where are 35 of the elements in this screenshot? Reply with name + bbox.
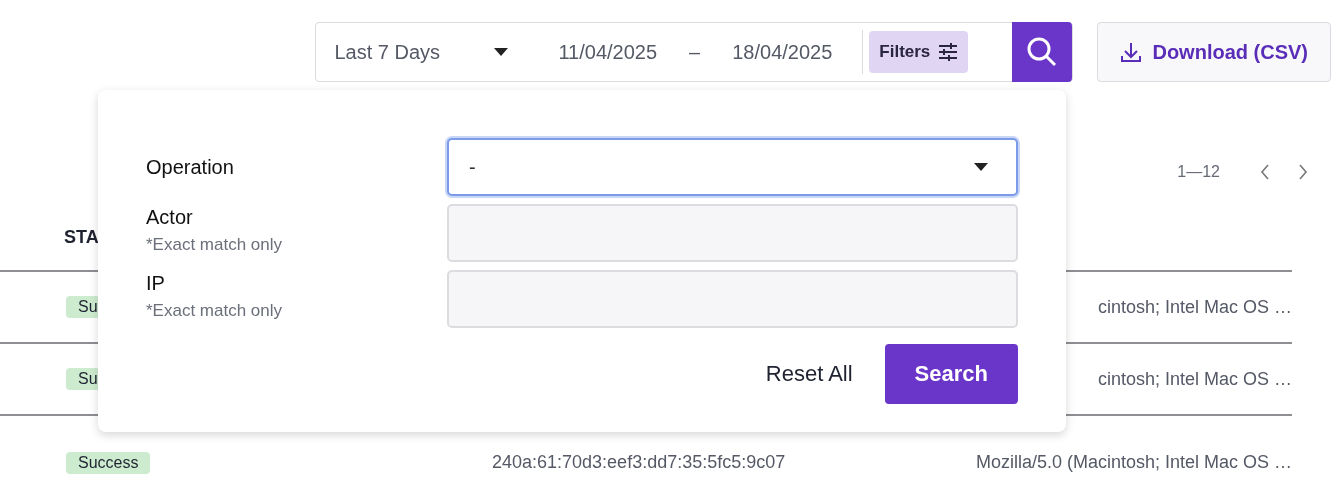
download-button[interactable]: Download (CSV) xyxy=(1097,22,1331,82)
caret-icon xyxy=(494,48,509,56)
end-date-field[interactable]: 18/04/2025 xyxy=(700,40,833,64)
search-button[interactable] xyxy=(1012,22,1073,82)
field-hint: *Exact match only xyxy=(146,235,284,255)
field-label: Operation xyxy=(146,155,235,179)
user-agent-cell: cintosh; Intel Mac OS … xyxy=(1097,368,1292,390)
column-header: STA xyxy=(64,227,99,248)
field-label: IP xyxy=(146,272,166,295)
ip-cell-text: 240a:61:70d3:eef3:dd7:35:5fc5:9c07 xyxy=(492,452,787,473)
user-agent-cell: cintosh; Intel Mac OS … xyxy=(1097,296,1292,318)
search-submit-button[interactable]: Search xyxy=(884,344,1018,404)
field-label: Actor xyxy=(146,206,194,229)
status-badge: Su xyxy=(66,296,100,318)
start-date-field[interactable]: 11/04/2025 xyxy=(526,40,658,64)
status-badge: Success xyxy=(66,451,151,474)
user-agent-cell: Mozilla/5.0 (Macintosh; Intel Mac OS … xyxy=(975,452,1292,473)
reset-all-button[interactable]: Reset All xyxy=(765,361,853,387)
caret-icon xyxy=(974,163,988,171)
input-field[interactable] xyxy=(447,270,1018,328)
status-badge: Su xyxy=(66,368,100,390)
page-range: 1—12 xyxy=(1177,163,1220,181)
filters-button[interactable]: Filters xyxy=(869,31,969,73)
search-icon xyxy=(1027,37,1058,67)
operation-select[interactable]: - xyxy=(447,138,1018,196)
field-hint: *Exact match only xyxy=(146,301,284,321)
next-page-button[interactable] xyxy=(1298,164,1308,180)
chevron-left-icon xyxy=(1260,164,1270,180)
range-select[interactable]: Last 7 Days xyxy=(316,40,527,64)
input-field[interactable] xyxy=(447,204,1018,262)
sliders-icon xyxy=(938,43,959,61)
date-separator: – xyxy=(688,40,701,64)
previous-page-button[interactable] xyxy=(1260,164,1270,180)
chevron-right-icon xyxy=(1298,164,1308,180)
download-icon xyxy=(1120,41,1143,63)
